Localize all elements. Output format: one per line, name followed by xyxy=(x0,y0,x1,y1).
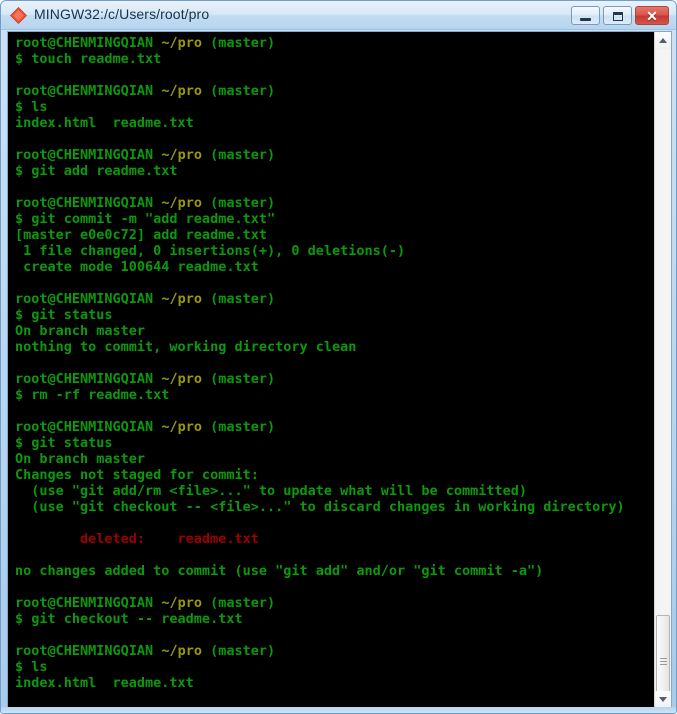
prompt-user-host: root@CHENMINGQIAN xyxy=(15,147,162,163)
terminal-output-line: (use "git checkout -- <file>..." to disc… xyxy=(15,499,625,515)
chevron-up-icon xyxy=(659,38,667,43)
chevron-down-icon xyxy=(659,697,667,702)
terminal-prompt-line: root@CHENMINGQIAN ~/pro (master) xyxy=(15,643,654,659)
prompt-user-host: root@CHENMINGQIAN xyxy=(15,595,162,611)
terminal-command-line: $ git status xyxy=(15,435,113,451)
prompt-path: ~/pro xyxy=(161,35,211,51)
terminal-output-line: nothing to commit, working directory cle… xyxy=(15,339,357,355)
prompt-path: ~/pro xyxy=(161,419,211,435)
prompt-user-host: root@CHENMINGQIAN xyxy=(15,83,162,99)
terminal-command-line: $ touch readme.txt xyxy=(15,51,162,67)
terminal-prompt-line: root@CHENMINGQIAN ~/pro (master) xyxy=(15,195,654,211)
close-icon: ✕ xyxy=(646,7,658,24)
terminal-output-line: (use "git add/rm <file>..." to update wh… xyxy=(15,483,528,499)
terminal-prompt-line: root@CHENMINGQIAN ~/pro (master) xyxy=(15,371,654,387)
grip-line xyxy=(660,661,667,662)
scroll-down-arrow[interactable] xyxy=(655,691,671,708)
terminal-command-line: $ rm -rf readme.txt xyxy=(15,387,170,403)
prompt-user-host: root@CHENMINGQIAN xyxy=(15,195,162,211)
prompt-path: ~/pro xyxy=(161,643,211,659)
terminal-prompt-line: root@CHENMINGQIAN ~/pro (master) xyxy=(15,147,654,163)
prompt-path: ~/pro xyxy=(161,147,211,163)
prompt-branch: (master) xyxy=(210,595,276,611)
prompt-branch: (master) xyxy=(210,83,276,99)
terminal-output-line: no changes added to commit (use "git add… xyxy=(15,563,544,579)
terminal-command-line: $ git checkout -- readme.txt xyxy=(15,611,243,627)
prompt-user-host: root@CHENMINGQIAN xyxy=(15,371,162,387)
window-bottom-frame xyxy=(1,707,676,713)
terminal-output-line: [master e0e0c72] add readme.txt xyxy=(15,227,267,243)
terminal-command-line: $ git status xyxy=(15,307,113,323)
close-button[interactable]: ✕ xyxy=(635,6,669,25)
terminal-client-area: root@CHENMINGQIAN ~/pro (master) $ touch … xyxy=(7,31,672,709)
prompt-branch: (master) xyxy=(210,371,276,387)
maximize-button[interactable] xyxy=(603,6,632,25)
terminal-output-line: index.html readme.txt xyxy=(15,675,194,691)
prompt-branch: (master) xyxy=(210,35,276,51)
terminal-output-line: 1 file changed, 0 insertions(+), 0 delet… xyxy=(15,243,406,259)
terminal-command-line: $ ls xyxy=(15,659,48,675)
terminal-output-line: create mode 100644 readme.txt xyxy=(15,259,259,275)
prompt-branch: (master) xyxy=(210,643,276,659)
grip-line xyxy=(660,664,667,665)
terminal-prompt-line: root@CHENMINGQIAN ~/pro (master) xyxy=(15,83,654,99)
terminal-window: MINGW32:/c/Users/root/pro ✕ root@CHENMIN… xyxy=(0,0,677,714)
terminal-command-line: $ git add readme.txt xyxy=(15,163,178,179)
prompt-user-host: root@CHENMINGQIAN xyxy=(15,419,162,435)
terminal-output-line: On branch master xyxy=(15,323,146,339)
terminal-command-line: $ git commit -m "add readme.txt" xyxy=(15,211,276,227)
prompt-branch: (master) xyxy=(210,419,276,435)
window-title: MINGW32:/c/Users/root/pro xyxy=(34,6,210,22)
prompt-branch: (master) xyxy=(210,147,276,163)
terminal-prompt-line: root@CHENMINGQIAN ~/pro (master) xyxy=(15,595,654,611)
prompt-user-host: root@CHENMINGQIAN xyxy=(15,35,162,51)
prompt-path: ~/pro xyxy=(161,595,211,611)
terminal-prompt-line: root@CHENMINGQIAN ~/pro (master) xyxy=(15,419,654,435)
terminal-output[interactable]: root@CHENMINGQIAN ~/pro (master) $ touch … xyxy=(8,32,654,708)
prompt-user-host: root@CHENMINGQIAN xyxy=(15,291,162,307)
prompt-branch: (master) xyxy=(210,291,276,307)
terminal-deleted-line: deleted: readme.txt xyxy=(15,531,259,547)
terminal-prompt-line: root@CHENMINGQIAN ~/pro (master) xyxy=(15,291,654,307)
scrollbar-track[interactable] xyxy=(655,49,671,706)
minimize-button[interactable] xyxy=(571,6,600,25)
prompt-user-host: root@CHENMINGQIAN xyxy=(15,643,162,659)
prompt-branch: (master) xyxy=(210,195,276,211)
terminal-command-line: $ ls xyxy=(15,99,48,115)
grip-line xyxy=(660,658,667,659)
vertical-scrollbar[interactable] xyxy=(654,32,671,708)
title-bar[interactable]: MINGW32:/c/Users/root/pro ✕ xyxy=(1,1,676,30)
maximize-icon xyxy=(613,12,623,21)
prompt-path: ~/pro xyxy=(161,371,211,387)
scroll-up-arrow[interactable] xyxy=(655,32,671,49)
minimize-icon xyxy=(580,18,591,21)
terminal-prompt-line: root@CHENMINGQIAN ~/pro (master) xyxy=(15,35,654,51)
terminal-output-line: index.html readme.txt xyxy=(15,115,194,131)
prompt-path: ~/pro xyxy=(161,291,211,307)
terminal-output-line: On branch master xyxy=(15,451,146,467)
prompt-path: ~/pro xyxy=(161,195,211,211)
git-diamond-icon xyxy=(10,7,27,24)
terminal-output-line: Changes not staged for commit: xyxy=(15,467,259,483)
prompt-path: ~/pro xyxy=(161,83,211,99)
